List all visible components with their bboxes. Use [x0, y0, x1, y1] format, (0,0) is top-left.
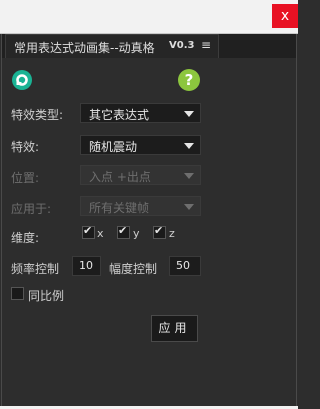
frequency-input[interactable]: 10 [72, 256, 101, 276]
logo-icon [12, 70, 32, 90]
chevron-down-icon [184, 204, 194, 210]
effect-label: 特效: [11, 140, 40, 154]
apply-to-select[interactable]: 所有关键帧 [80, 196, 201, 216]
apply-to-label: 应用于: [11, 202, 52, 216]
panel-tabbar: 常用表达式动画集--动真格 V0.3 ≡ [2, 34, 296, 58]
amplitude-input[interactable]: 50 [169, 256, 201, 276]
dimensions-label: 维度: [11, 231, 40, 245]
panel-version: V0.3 [169, 40, 195, 51]
effect-type-select[interactable]: 其它表达式 [80, 103, 201, 123]
check-icon: ✔ [83, 224, 93, 237]
frequency-label: 频率控制 [11, 262, 60, 276]
chevron-down-icon [184, 173, 194, 179]
apply-button[interactable]: 应用 [151, 315, 198, 342]
chevron-down-icon [184, 143, 194, 149]
position-select[interactable]: 入点 +出点 [80, 165, 201, 185]
check-icon: ✔ [154, 224, 164, 237]
panel-menu-icon[interactable]: ≡ [201, 38, 211, 52]
apply-to-value: 所有关键帧 [89, 201, 150, 215]
panel-tab[interactable]: 常用表达式动画集--动真格 V0.3 ≡ [5, 34, 219, 58]
help-icon[interactable]: ? [178, 69, 200, 91]
effect-select[interactable]: 随机震动 [80, 135, 201, 155]
effect-value: 随机震动 [89, 140, 138, 154]
close-button[interactable]: x [272, 4, 298, 28]
dimension-y-checkbox[interactable]: ✔ [117, 224, 130, 239]
effect-type-value: 其它表达式 [89, 108, 150, 122]
window-titlebar: x [0, 0, 298, 34]
position-label: 位置: [11, 171, 40, 185]
chevron-down-icon [184, 111, 194, 117]
dimension-x-checkbox[interactable]: ✔ [82, 224, 95, 239]
dimension-y-label: y [133, 227, 140, 240]
check-icon: ✔ [118, 224, 128, 237]
dimension-z-checkbox[interactable]: ✔ [153, 224, 166, 239]
amplitude-label: 幅度控制 [109, 262, 158, 276]
dimension-z-label: z [169, 227, 175, 240]
position-value: 入点 +出点 [89, 170, 151, 184]
proportional-checkbox[interactable] [11, 287, 24, 300]
script-panel: 常用表达式动画集--动真格 V0.3 ≡ ? 特效类型: 其它表达式 特效: 随… [1, 34, 297, 407]
dimension-x-label: x [97, 227, 104, 240]
panel-title: 常用表达式动画集--动真格 [14, 41, 155, 55]
proportional-label: 同比例 [28, 289, 65, 303]
effect-type-label: 特效类型: [11, 108, 64, 122]
